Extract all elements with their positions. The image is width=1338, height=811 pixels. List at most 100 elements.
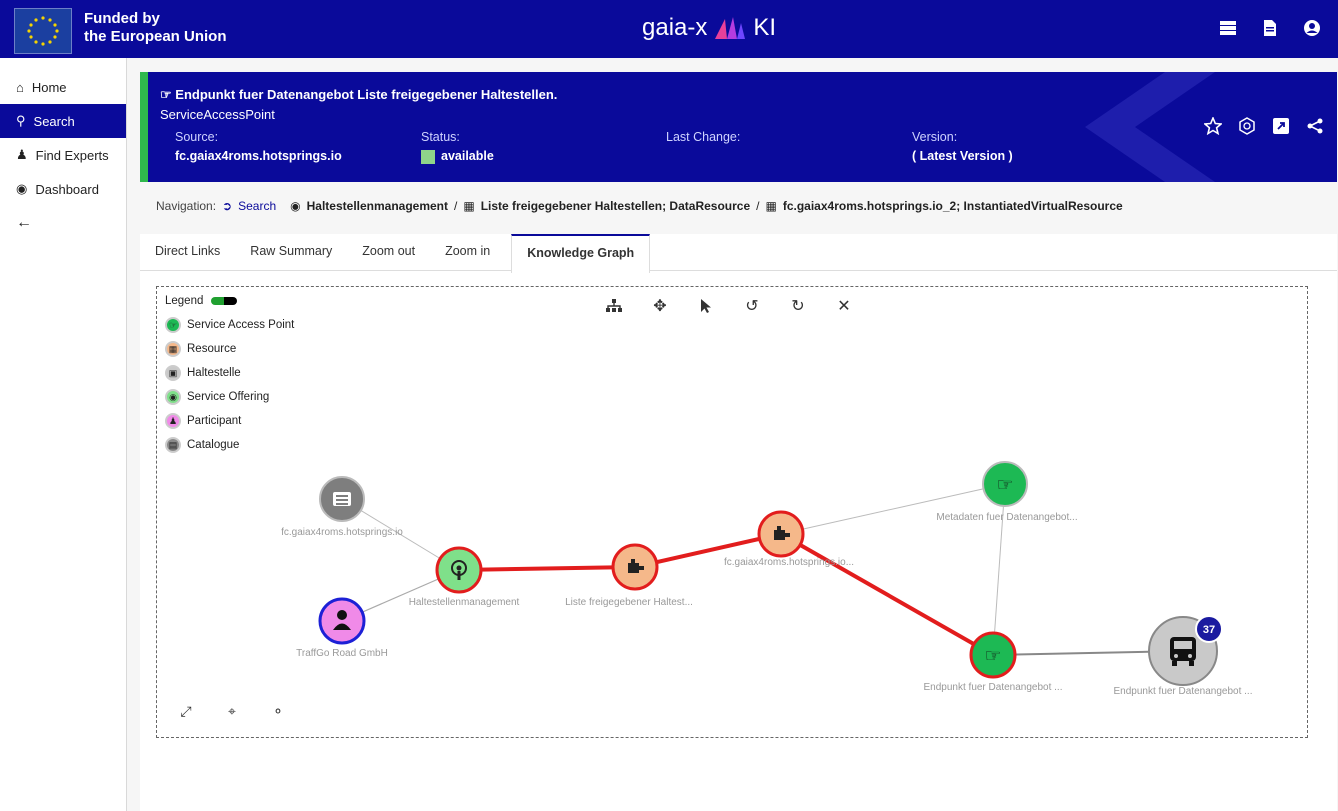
graph-node-service-offering[interactable]: Haltestellenmanagement xyxy=(409,546,520,608)
legend-title: Legend xyxy=(165,295,204,307)
tab-raw-summary[interactable]: Raw Summary xyxy=(235,234,347,270)
user-circle-icon[interactable] xyxy=(1302,18,1322,38)
sidebar-item-label: Dashboard xyxy=(35,181,99,197)
graph-edge-highlight xyxy=(458,565,636,572)
expand-icon[interactable]: ⤢ xyxy=(177,702,195,720)
status-badge xyxy=(421,149,435,164)
legend-item: ◉ Service Offering xyxy=(165,385,294,409)
puzzle-icon: ▦ xyxy=(463,199,475,213)
document-icon[interactable] xyxy=(1260,18,1280,38)
user-circle-icon: ◉ xyxy=(16,181,28,196)
graph-edge xyxy=(992,483,1006,656)
brand-text-right: KI xyxy=(753,14,777,41)
hand-pointer-icon: ☞ xyxy=(165,317,181,333)
graph-node-service-access-point[interactable]: ☞ Metadaten fuer Datenangebot... xyxy=(936,461,1078,523)
move-icon[interactable]: ✥ xyxy=(651,297,669,315)
breadcrumb-label: Navigation: xyxy=(156,199,217,213)
arrow-circle-icon: ➲ xyxy=(222,199,233,213)
eu-funding-label: Funded by the European Union xyxy=(84,10,227,45)
graph-toolbar: ✥ ↺ ↻ ✕ xyxy=(605,297,853,315)
breadcrumb-search-link[interactable]: Search xyxy=(238,199,276,213)
graph-edge xyxy=(780,483,1006,535)
last-change-field: Last Change: xyxy=(666,130,741,144)
sidebar-item-label: Find Experts xyxy=(35,147,109,163)
brand-logo[interactable]: gaia-x KI xyxy=(642,14,776,42)
puzzle-icon: ▦ xyxy=(165,341,181,357)
graph-edge-highlight xyxy=(780,532,994,657)
sidebar-item-dashboard[interactable]: ◉ Dashboard xyxy=(0,172,126,206)
svg-text:Haltestellenmanagement: Haltestellenmanagement xyxy=(409,597,520,608)
hide-icon[interactable]: ⚬ xyxy=(269,702,287,720)
star-icon[interactable] xyxy=(1203,116,1223,136)
legend-item: ▣ Haltestelle xyxy=(165,361,294,385)
status-field: Status: available xyxy=(421,130,494,164)
sidebar: ⌂ Home ⚲ Search ♟ Find Experts ◉ Dashboa… xyxy=(0,58,127,811)
page-title: ☞ Endpunkt fuer Datenangebot Liste freig… xyxy=(160,87,558,102)
legend-item: ☞ Service Access Point xyxy=(165,313,294,337)
legend-item: ♟ Participant xyxy=(165,409,294,433)
banner-accent xyxy=(140,72,148,182)
svg-text:TraffGo Road GmbH: TraffGo Road GmbH xyxy=(296,648,388,659)
podcast-icon: ◉ xyxy=(165,389,181,405)
podcast-icon: ◉ xyxy=(290,199,301,213)
external-link-icon[interactable] xyxy=(1271,116,1291,136)
legend-toggle[interactable] xyxy=(211,297,238,305)
crop-icon[interactable]: ⌖ xyxy=(223,702,241,720)
brand-text-left: gaia-x xyxy=(642,14,708,41)
entity-type: ServiceAccessPoint xyxy=(160,107,275,122)
search-icon: ⚲ xyxy=(16,113,26,128)
svg-text:fc.gaiax4roms.hotsprings.io: fc.gaiax4roms.hotsprings.io xyxy=(281,527,403,538)
bus-icon: ▣ xyxy=(165,365,181,381)
fit-icon[interactable]: ✕ xyxy=(835,297,853,315)
server-icon[interactable] xyxy=(1218,18,1238,38)
version-field: Version: ( Latest Version ) xyxy=(912,130,1013,163)
tab-direct-links[interactable]: Direct Links xyxy=(140,234,235,270)
svg-text:Liste freigegebener Haltest...: Liste freigegebener Haltest... xyxy=(565,597,693,608)
detail-banner: ☞ Endpunkt fuer Datenangebot Liste freig… xyxy=(140,72,1337,182)
breadcrumb-separator: / xyxy=(454,199,458,213)
sidebar-item-home[interactable]: ⌂ Home xyxy=(0,70,126,104)
graph-node-haltestelle[interactable]: 37 Endpunkt fuer Datenangebot ... xyxy=(1114,615,1253,697)
share-icon[interactable] xyxy=(1305,116,1325,136)
svg-text:☞: ☞ xyxy=(996,475,1013,496)
graph-svg[interactable]: fc.gaiax4roms.hotsprings.io Haltestellen… xyxy=(157,287,1307,737)
gaia-icon[interactable] xyxy=(1237,116,1257,136)
graph-node-service-access-point[interactable]: ☞ Endpunkt fuer Datenangebot ... xyxy=(924,631,1063,693)
top-bar: Funded by the European Union gaia-x KI xyxy=(0,0,1338,58)
puzzle-icon: ▦ xyxy=(765,199,777,213)
svg-text:☞: ☞ xyxy=(984,646,1001,667)
eu-flag-icon xyxy=(14,8,72,54)
sidebar-item-find-experts[interactable]: ♟ Find Experts xyxy=(0,138,126,172)
graph-node-resource[interactable]: fc.gaiax4roms.hotsprings.io... xyxy=(724,510,854,568)
svg-text:37: 37 xyxy=(1203,624,1215,636)
graph-node-participant[interactable]: TraffGo Road GmbH xyxy=(296,597,388,659)
breadcrumb-item[interactable]: fc.gaiax4roms.hotsprings.io_2; Instantia… xyxy=(783,199,1123,213)
hand-pointer-icon: ☞ xyxy=(160,87,172,102)
pointer-icon[interactable] xyxy=(697,297,715,315)
svg-text:Metadaten fuer Datenangebot...: Metadaten fuer Datenangebot... xyxy=(936,512,1077,523)
svg-text:Endpunkt fuer Datenangebot ...: Endpunkt fuer Datenangebot ... xyxy=(1114,686,1253,697)
main-content: ☞ Endpunkt fuer Datenangebot Liste freig… xyxy=(127,58,1338,811)
graph-node-resource[interactable]: Liste freigegebener Haltest... xyxy=(565,543,693,608)
breadcrumb: Navigation: ➲ Search ◉ Haltestellenmanag… xyxy=(156,199,1123,213)
back-button[interactable]: ← xyxy=(0,206,126,240)
banner-chevron-decoration xyxy=(1085,72,1215,182)
hierarchy-icon[interactable] xyxy=(605,297,623,315)
svg-text:Endpunkt fuer Datenangebot ...: Endpunkt fuer Datenangebot ... xyxy=(924,682,1063,693)
sidebar-item-label: Search xyxy=(33,113,75,129)
undo-icon[interactable]: ↺ xyxy=(743,297,761,315)
svg-text:fc.gaiax4roms.hotsprings.io...: fc.gaiax4roms.hotsprings.io... xyxy=(724,557,854,568)
tab-zoom-in[interactable]: Zoom in xyxy=(430,234,505,270)
breadcrumb-item[interactable]: Haltestellenmanagement xyxy=(307,199,448,213)
gaia-sail-icon xyxy=(715,17,746,39)
sidebar-item-search[interactable]: ⚲ Search xyxy=(0,104,126,138)
knowledge-graph-canvas[interactable]: fc.gaiax4roms.hotsprings.io Haltestellen… xyxy=(156,286,1308,738)
breadcrumb-item[interactable]: Liste freigegebener Haltestellen; DataRe… xyxy=(481,199,750,213)
tab-knowledge-graph[interactable]: Knowledge Graph xyxy=(511,234,651,273)
graph-node-catalogue[interactable]: fc.gaiax4roms.hotsprings.io xyxy=(281,476,403,538)
user-icon: ♟ xyxy=(165,413,181,429)
tab-zoom-out[interactable]: Zoom out xyxy=(347,234,430,270)
content-panel: Direct Links Raw Summary Zoom out Zoom i… xyxy=(140,234,1337,811)
breadcrumb-separator: / xyxy=(756,199,760,213)
redo-icon[interactable]: ↻ xyxy=(789,297,807,315)
